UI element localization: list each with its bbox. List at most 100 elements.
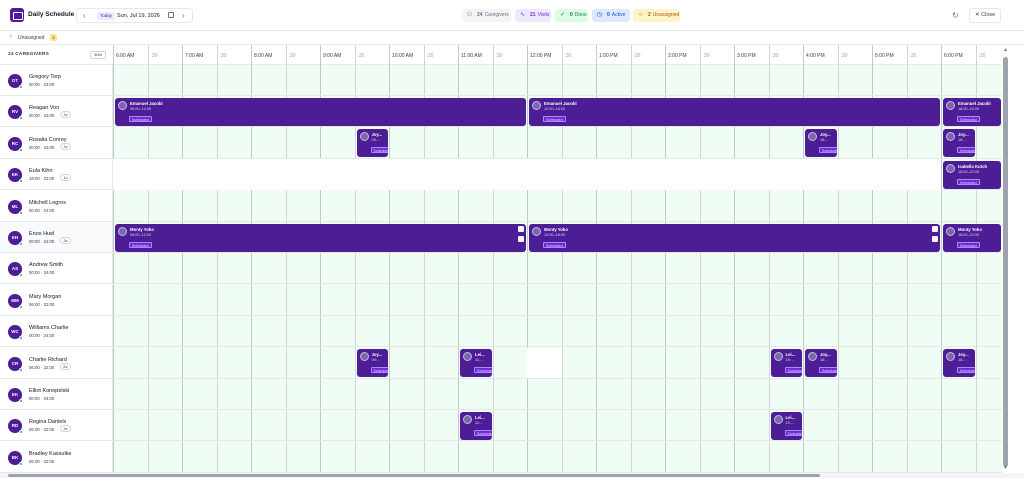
close-button[interactable]: ✕ Close xyxy=(969,8,1001,23)
time-tick: 3:00 PM xyxy=(737,53,756,59)
caregiver-row[interactable]: GT Gregory Torp 00:00 · 24:00 xyxy=(0,65,1002,96)
avatar: RD xyxy=(8,419,23,435)
unassigned-section[interactable]: › Unassigned 2 xyxy=(0,31,1024,45)
visit-status-badge: Scheduled xyxy=(370,367,388,374)
visit-block[interactable]: Joy...09:... Scheduled xyxy=(356,129,388,158)
caregiver-info[interactable]: RD Regina Daniels 06:00 · 22:00 3v xyxy=(0,410,113,441)
visit-client-name: Lei... xyxy=(475,414,485,420)
client-avatar xyxy=(463,414,472,424)
caregiver-info[interactable]: EK Elliot Konopelski 00:00 · 24:00 xyxy=(0,379,113,409)
visit-block[interactable]: Lei...15:... Scheduled xyxy=(770,349,802,378)
scroll-up-icon[interactable]: ▲ xyxy=(1003,47,1008,53)
horizontal-scrollbar[interactable] xyxy=(0,473,1024,478)
caregiver-info[interactable]: RC Rosalia Conroy 00:00 · 24:00 3v xyxy=(0,127,113,158)
visit-block[interactable]: Lei...15:... Scheduled xyxy=(770,411,802,440)
chevron-right-icon[interactable]: › xyxy=(182,11,185,21)
visit-block[interactable]: Joy...16:... Scheduled xyxy=(805,129,837,158)
caregiver-info[interactable]: MM Mary Morgan 06:00 · 22:00 xyxy=(0,284,113,315)
caregiver-row[interactable]: AS Andrew Smith 00:00 · 24:00 xyxy=(0,253,1002,285)
done-stat[interactable]: ✓ 0 Done xyxy=(555,9,588,22)
caregiver-info[interactable]: RV Reagan Von 00:00 · 24:00 3v xyxy=(0,96,113,127)
visit-block[interactable]: Joy...18:... Scheduled xyxy=(943,129,975,158)
time-tick: :30 xyxy=(633,53,641,59)
avatar: RC xyxy=(8,136,23,152)
visit-block[interactable]: Lei...11:... Scheduled xyxy=(460,411,492,440)
vertical-scrollbar[interactable]: ▲ ▼ xyxy=(1002,45,1024,473)
visit-block[interactable]: Joy...18:... Scheduled xyxy=(943,349,975,378)
online-status-dot xyxy=(19,210,23,215)
avatar: BK xyxy=(8,450,23,466)
caregiver-row[interactable]: ML Mitchell Legros 00:00 · 24:00 xyxy=(0,190,1002,222)
caregiver-info[interactable]: EH Enos Huel 00:00 · 24:00 3v xyxy=(0,222,113,252)
visit-block[interactable]: Emanuel Jacobi 06:00–12:00 Scheduled xyxy=(115,97,526,126)
caregiver-row[interactable]: EK Elliot Konopelski 00:00 · 24:00 xyxy=(0,379,1002,410)
remove-icon[interactable] xyxy=(932,235,938,242)
caregiver-name: Mitchell Legros xyxy=(29,199,66,206)
visit-status-badge: Scheduled xyxy=(957,115,980,122)
horizontal-scroll-thumb[interactable] xyxy=(8,474,820,477)
today-button[interactable]: Today xyxy=(97,12,116,20)
scroll-down-icon[interactable]: ▼ xyxy=(1003,465,1008,471)
visit-time: 11:... xyxy=(475,420,484,425)
avatar: RV xyxy=(8,105,23,121)
caregiver-row[interactable]: BK Bradley Kassulke 06:00 · 22:00 xyxy=(0,441,1002,473)
visit-block[interactable]: Lei...11:... Scheduled xyxy=(460,349,492,378)
caregiver-row[interactable]: RC Rosalia Conroy 00:00 · 24:00 3v xyxy=(0,127,1002,159)
zoom-select[interactable]: 30m xyxy=(90,51,106,59)
caregiver-info[interactable]: CR Charlie Richard 06:00 · 22:00 6v xyxy=(0,347,113,378)
visit-count-badge: 3v xyxy=(60,425,71,433)
visit-block[interactable]: Monty Yoko 06:00–12:00 Scheduled xyxy=(115,223,526,252)
caregiver-info[interactable]: AS Andrew Smith 00:00 · 24:00 xyxy=(0,253,113,284)
caregiver-hours: 06:00 · 22:00 xyxy=(29,427,55,433)
visit-count-badge: 6v xyxy=(60,362,71,370)
visit-block[interactable]: Emanuel Jacobi 12:00–18:00 Scheduled xyxy=(529,97,940,126)
caregiver-row[interactable]: WC Williams Charlie 00:00 · 24:00 xyxy=(0,316,1002,348)
unassigned-stat[interactable]: ○ 2 Unassigned xyxy=(633,9,680,22)
client-avatar xyxy=(946,163,955,173)
caregiver-info[interactable]: EK Eula Kihn 18:00 · 22:00 1v xyxy=(0,159,113,190)
caregiver-info[interactable]: WC Williams Charlie 00:00 · 24:00 xyxy=(0,316,113,347)
vertical-scroll-thumb[interactable] xyxy=(1003,57,1008,467)
time-tick: 5:00 PM xyxy=(875,53,894,59)
edit-icon[interactable] xyxy=(518,225,524,232)
chevron-left-icon[interactable]: ‹ xyxy=(83,11,86,21)
visit-client-name: Joy... xyxy=(371,132,383,138)
visit-block[interactable]: Monty Yoko 18:00–22:00 Scheduled xyxy=(943,223,1001,252)
remove-icon[interactable] xyxy=(518,235,524,242)
client-avatar xyxy=(118,100,127,110)
calendar-app-icon xyxy=(10,8,24,22)
caregivers-stat[interactable]: ⚇ 24 Caregivers xyxy=(462,9,511,22)
visit-block[interactable]: Isabella Kutch 18:00–22:00 Scheduled xyxy=(943,160,1001,189)
chevron-right-icon[interactable]: › xyxy=(10,34,12,40)
client-avatar xyxy=(359,352,369,362)
caregiver-row[interactable]: RD Regina Daniels 06:00 · 22:00 3v xyxy=(0,410,1002,442)
caregiver-row[interactable]: CR Charlie Richard 06:00 · 22:00 6v xyxy=(0,347,1002,379)
visit-time: 16:... xyxy=(820,138,829,143)
visit-block[interactable]: Joy...16:... Scheduled xyxy=(805,349,837,378)
visit-block[interactable]: Emanuel Jacobi 18:00–22:00 Scheduled xyxy=(943,97,1001,126)
edit-icon[interactable] xyxy=(932,225,938,232)
people-icon: ⚇ xyxy=(466,12,473,18)
visit-client-name: Joy... xyxy=(820,132,831,138)
visit-block[interactable]: Monty Yoko 12:00–18:00 Scheduled xyxy=(529,223,940,252)
online-status-dot xyxy=(19,273,23,278)
caregiver-info[interactable]: BK Bradley Kassulke 06:00 · 22:00 xyxy=(0,441,113,472)
caregiver-hours: 06:00 · 22:00 xyxy=(29,364,55,370)
active-stat[interactable]: ◷ 0 Active xyxy=(592,9,630,22)
refresh-icon[interactable]: ↻ xyxy=(952,11,959,20)
online-status-dot xyxy=(19,461,23,466)
calendar-icon[interactable] xyxy=(168,12,174,18)
visit-block[interactable]: Joy...09:... Scheduled xyxy=(356,349,388,378)
caregiver-info[interactable]: ML Mitchell Legros 00:00 · 24:00 xyxy=(0,190,113,221)
current-date[interactable]: Sun, Jul 19, 2026 xyxy=(117,13,160,19)
online-status-dot xyxy=(19,399,23,403)
client-avatar xyxy=(773,352,783,362)
caregiver-info[interactable]: GT Gregory Torp 00:00 · 24:00 xyxy=(0,65,113,95)
date-navigator: ‹ Today Sun, Jul 19, 2026 › xyxy=(76,8,193,23)
visits-stat[interactable]: ∿ 21 Visits xyxy=(515,9,551,22)
client-avatar xyxy=(946,100,955,110)
caregiver-name: Reagan Von xyxy=(29,105,60,112)
caregiver-row[interactable]: MM Mary Morgan 06:00 · 22:00 xyxy=(0,284,1002,316)
visit-count-badge: 1v xyxy=(60,174,71,182)
visit-time: 18:00–22:00 xyxy=(958,232,980,237)
